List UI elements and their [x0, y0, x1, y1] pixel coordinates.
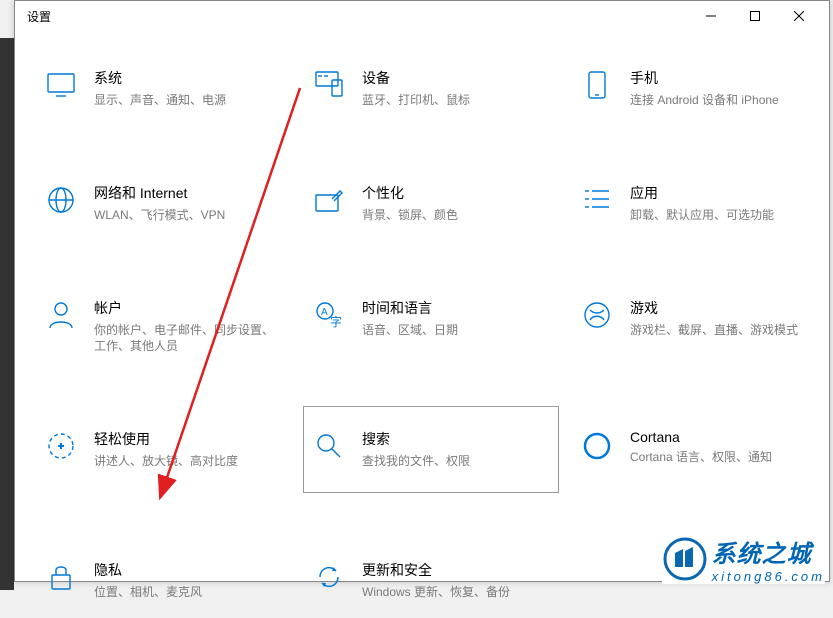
maximize-button[interactable] [733, 2, 777, 30]
tile-network[interactable]: 网络和 Internet WLAN、飞行模式、VPN [35, 176, 291, 231]
tile-title: 网络和 Internet [94, 183, 225, 203]
tile-desc: 游戏栏、截屏、直播、游戏模式 [630, 322, 798, 339]
background-strip [0, 38, 14, 590]
close-button[interactable] [777, 2, 821, 30]
search-icon [312, 429, 346, 463]
tile-update-security[interactable]: 更新和安全 Windows 更新、恢复、备份 [303, 553, 559, 608]
tile-title: 帐户 [94, 298, 274, 318]
tile-title: 系统 [94, 68, 226, 88]
tile-desc: 你的帐户、电子邮件、同步设置、工作、其他人员 [94, 322, 274, 356]
tile-title: Cortana [630, 429, 772, 445]
tile-personalization[interactable]: 个性化 背景、锁屏、颜色 [303, 176, 559, 231]
tile-desc: 讲述人、放大镜、高对比度 [94, 453, 238, 470]
tile-desc: 背景、锁屏、颜色 [362, 207, 458, 224]
tile-desc: WLAN、飞行模式、VPN [94, 207, 225, 224]
category-grid: 系统 显示、声音、通知、电源 设备 蓝牙、打印机、鼠标 [35, 61, 819, 608]
tile-title: 搜索 [362, 429, 470, 449]
tile-apps[interactable]: 应用 卸载、默认应用、可选功能 [571, 176, 827, 231]
tile-gaming[interactable]: 游戏 游戏栏、截屏、直播、游戏模式 [571, 291, 827, 363]
tile-desc: Cortana 语言、权限、通知 [630, 449, 772, 466]
tile-search[interactable]: 搜索 查找我的文件、权限 [303, 406, 559, 493]
tile-privacy[interactable]: 隐私 位置、相机、麦克风 [35, 553, 291, 608]
tile-cortana[interactable]: Cortana Cortana 语言、权限、通知 [571, 422, 827, 493]
tile-desc: 查找我的文件、权限 [362, 453, 470, 470]
tile-desc: 语音、区域、日期 [362, 322, 458, 339]
paint-icon [312, 183, 346, 217]
apps-icon [580, 183, 614, 217]
devices-icon [312, 68, 346, 102]
tile-time-language[interactable]: A字 时间和语言 语音、区域、日期 [303, 291, 559, 363]
phone-icon [580, 68, 614, 102]
svg-text:A: A [321, 307, 328, 318]
cortana-icon [580, 429, 614, 463]
display-icon [44, 68, 78, 102]
tile-ease-of-access[interactable]: 轻松使用 讲述人、放大镜、高对比度 [35, 422, 291, 493]
tile-accounts[interactable]: 帐户 你的帐户、电子邮件、同步设置、工作、其他人员 [35, 291, 291, 363]
language-icon: A字 [312, 298, 346, 332]
globe-icon [44, 183, 78, 217]
svg-text:字: 字 [330, 314, 342, 329]
watermark-logo-icon [662, 536, 708, 582]
watermark-line1: 系统之城 [712, 534, 825, 569]
tile-title: 个性化 [362, 183, 458, 203]
settings-window: 设置 系统 显示、声音、通知、电源 [14, 0, 830, 582]
content-area: 系统 显示、声音、通知、电源 设备 蓝牙、打印机、鼠标 [15, 31, 829, 618]
xbox-icon [580, 298, 614, 332]
tile-title: 应用 [630, 183, 774, 203]
tile-desc: Windows 更新、恢复、备份 [362, 584, 510, 601]
tile-title: 时间和语言 [362, 298, 458, 318]
tile-title: 手机 [630, 68, 779, 88]
tile-phone[interactable]: 手机 连接 Android 设备和 iPhone [571, 61, 827, 116]
tile-desc: 连接 Android 设备和 iPhone [630, 92, 779, 109]
tile-desc: 位置、相机、麦克风 [94, 584, 202, 601]
sync-icon [312, 560, 346, 594]
tile-system[interactable]: 系统 显示、声音、通知、电源 [35, 61, 291, 116]
tile-title: 轻松使用 [94, 429, 238, 449]
accessibility-icon [44, 429, 78, 463]
lock-icon [44, 560, 78, 594]
watermark-line2: xitong86.com [712, 569, 825, 584]
tile-devices[interactable]: 设备 蓝牙、打印机、鼠标 [303, 61, 559, 116]
window-title: 设置 [23, 8, 51, 25]
person-icon [44, 298, 78, 332]
tile-title: 更新和安全 [362, 560, 510, 580]
watermark: 系统之城 xitong86.com [662, 534, 825, 584]
minimize-button[interactable] [689, 2, 733, 30]
titlebar: 设置 [15, 1, 829, 31]
tile-title: 设备 [362, 68, 470, 88]
tile-title: 隐私 [94, 560, 202, 580]
tile-desc: 卸载、默认应用、可选功能 [630, 207, 774, 224]
tile-desc: 蓝牙、打印机、鼠标 [362, 92, 470, 109]
tile-title: 游戏 [630, 298, 798, 318]
tile-desc: 显示、声音、通知、电源 [94, 92, 226, 109]
